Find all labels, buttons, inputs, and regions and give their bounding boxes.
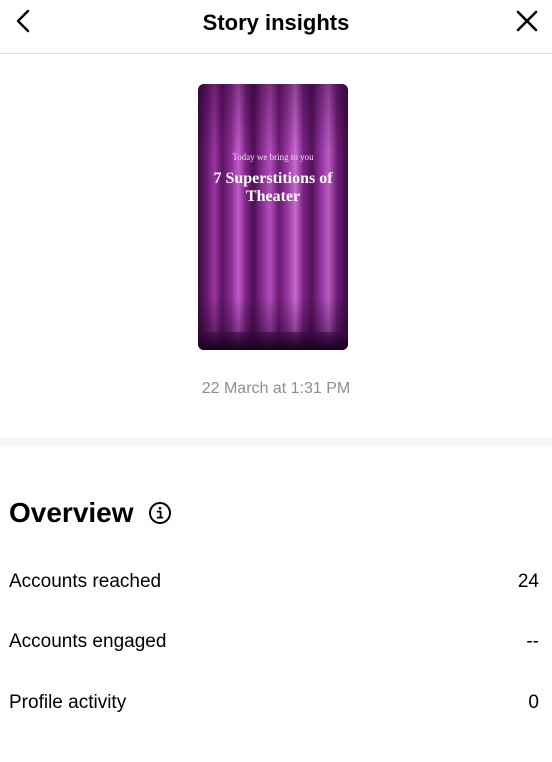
metric-label: Profile activity [9, 692, 127, 713]
story-date: 22 March at 1:31 PM [201, 380, 351, 397]
story-headline: 7 Superstitions of Theater [213, 170, 333, 205]
metric-label: Accounts reached [9, 571, 162, 592]
curtain-shade [198, 84, 348, 350]
metric-value: -- [526, 631, 539, 652]
close-icon [516, 10, 538, 32]
stage-floor [198, 332, 348, 350]
metric-row-profile-activity[interactable]: Profile activity 0 [9, 688, 539, 718]
header: Story insights [0, 0, 552, 54]
story-kicker: Today we bring to you [232, 152, 314, 162]
overview-heading: Overview [9, 496, 172, 530]
metric-value: 24 [517, 571, 539, 592]
metric-label: Accounts engaged [9, 631, 167, 652]
metric-row-accounts-engaged[interactable]: Accounts engaged -- [9, 627, 539, 657]
info-icon[interactable] [148, 501, 172, 525]
story-thumbnail[interactable]: Today we bring to you 7 Superstitions of… [198, 84, 348, 350]
metric-value: 0 [528, 692, 539, 713]
metric-row-accounts-reached[interactable]: Accounts reached 24 [9, 567, 539, 597]
page-title: Story insights [202, 10, 350, 35]
section-divider [0, 437, 552, 447]
close-button[interactable] [512, 6, 542, 36]
overview-title: Overview [9, 497, 134, 528]
